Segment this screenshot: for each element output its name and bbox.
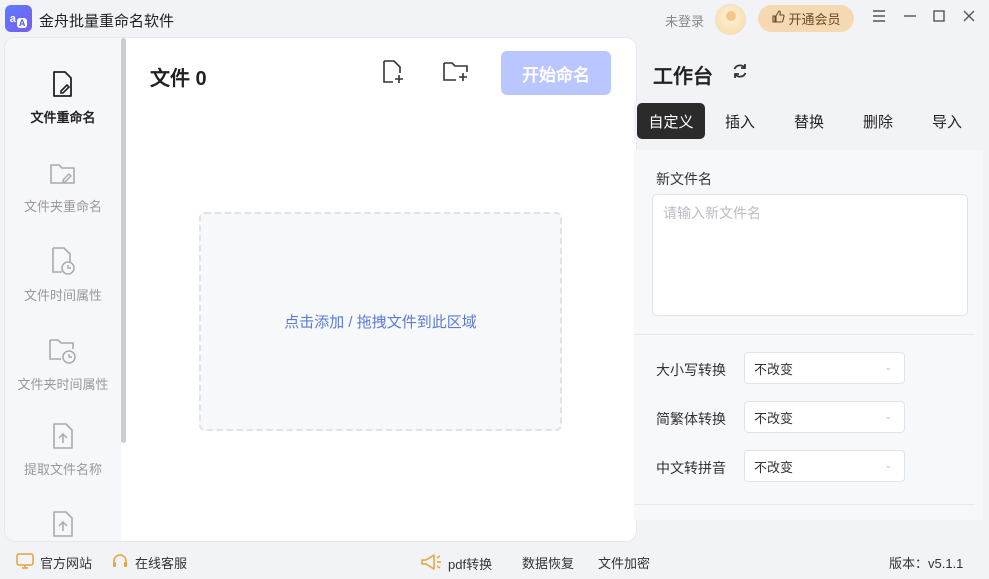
sidebar-item-label: 文件夹时间属性 <box>17 377 108 392</box>
online-support-link[interactable]: 在线客服 <box>111 553 187 572</box>
script-convert-label: 简繁体转换 <box>656 409 726 429</box>
tab-delete[interactable]: 删除 <box>844 103 912 139</box>
tab-replace[interactable]: 替换 <box>775 103 843 139</box>
folder-clock-icon <box>5 335 121 368</box>
add-file-icon <box>381 59 405 88</box>
start-rename-button[interactable]: 开始命名 <box>501 51 611 95</box>
sidebar-item-more[interactable] <box>5 510 121 541</box>
script-convert-select[interactable]: 不改变 ⌄ <box>744 401 905 433</box>
pinyin-convert-select[interactable]: 不改变 ⌄ <box>744 450 905 482</box>
add-folder-icon <box>442 60 470 87</box>
data-recovery-link[interactable]: 数据恢复 <box>522 553 574 572</box>
sidebar-item-label: 提取文件名称 <box>24 462 102 477</box>
divider <box>634 334 975 335</box>
workbench-title: 工作台 <box>653 60 713 89</box>
sidebar-item-file-rename[interactable]: 文件重命名 <box>5 70 121 126</box>
file-upload-icon <box>5 510 121 541</box>
vip-button-label: 开通会员 <box>788 9 840 28</box>
sidebar-item-folder-rename[interactable]: 文件夹重命名 <box>5 159 121 215</box>
chevron-down-icon: ⌄ <box>884 411 892 422</box>
sidebar-item-file-time[interactable]: 文件时间属性 <box>5 246 121 304</box>
minimize-icon[interactable] <box>901 9 919 27</box>
dropzone-text: 点击添加 / 拖拽文件到此区域 <box>284 311 477 332</box>
case-convert-value: 不改变 <box>754 359 793 378</box>
chevron-down-icon: ⌄ <box>884 460 892 471</box>
divider <box>634 504 975 505</box>
add-folder-button[interactable] <box>442 59 470 87</box>
monitor-icon <box>16 553 34 572</box>
sidebar-item-label: 文件时间属性 <box>24 288 102 303</box>
status-bar: 官方网站 在线客服 pdf转换 数据恢复 文件加密 版本：v5.1.1 <box>0 543 989 579</box>
app-title: 金舟批量重命名软件 <box>39 10 174 31</box>
avatar[interactable] <box>715 4 746 35</box>
tab-custom[interactable]: 自定义 <box>637 103 705 139</box>
chevron-down-icon: ⌄ <box>884 362 892 373</box>
thumbs-up-icon <box>771 10 785 27</box>
pdf-convert-link[interactable]: pdf转换 <box>420 553 492 574</box>
case-convert-select[interactable]: 不改变 ⌄ <box>744 352 905 384</box>
sidebar-item-label: 文件重命名 <box>30 110 95 125</box>
new-name-input[interactable] <box>652 194 968 316</box>
official-website-label: 官方网站 <box>40 553 92 572</box>
files-count-title: 文件 0 <box>150 62 207 91</box>
file-encrypt-label: 文件加密 <box>598 553 650 572</box>
tab-import[interactable]: 导入 <box>913 103 981 139</box>
file-dropzone[interactable]: 点击添加 / 拖拽文件到此区域 <box>199 212 562 431</box>
sidebar-scrollbar[interactable] <box>121 38 126 443</box>
pdf-convert-label: pdf转换 <box>448 554 492 573</box>
workbench-tabs: 自定义 插入 替换 删除 导入 <box>634 101 983 141</box>
pinyin-convert-value: 不改变 <box>754 457 793 476</box>
title-bar: aA 金舟批量重命名软件 未登录 开通会员 <box>0 0 989 38</box>
version-label: 版本：v5.1.1 <box>889 553 963 572</box>
close-icon[interactable] <box>960 9 978 27</box>
online-support-label: 在线客服 <box>135 553 187 572</box>
folder-edit-icon <box>5 159 121 190</box>
sidebar: 文件重命名 文件夹重命名 文件时间属性 文件夹时间属性 提取文件名称 <box>5 38 121 541</box>
file-edit-icon <box>5 70 121 101</box>
app-logo-icon: aA <box>5 5 32 32</box>
sidebar-item-extract-names[interactable]: 提取文件名称 <box>5 422 121 478</box>
refresh-icon[interactable] <box>731 62 749 83</box>
sidebar-item-label: 文件夹重命名 <box>24 199 102 214</box>
tab-insert[interactable]: 插入 <box>706 103 774 139</box>
file-clock-icon <box>5 246 121 279</box>
menu-icon[interactable] <box>870 9 888 27</box>
vip-button[interactable]: 开通会员 <box>758 5 854 32</box>
megaphone-icon <box>420 553 442 574</box>
pinyin-convert-label: 中文转拼音 <box>656 458 726 478</box>
main-card: 文件重命名 文件夹重命名 文件时间属性 文件夹时间属性 提取文件名称 <box>5 38 636 541</box>
data-recovery-label: 数据恢复 <box>522 553 574 572</box>
add-file-button[interactable] <box>379 59 407 87</box>
file-upload-icon <box>5 422 121 453</box>
script-convert-value: 不改变 <box>754 408 793 427</box>
version-text: 版本：v5.1.1 <box>889 553 963 572</box>
file-encrypt-link[interactable]: 文件加密 <box>598 553 650 572</box>
login-status[interactable]: 未登录 <box>665 11 704 30</box>
headset-icon <box>111 553 129 572</box>
maximize-icon[interactable] <box>930 9 948 27</box>
new-name-label: 新文件名 <box>656 169 712 189</box>
case-convert-label: 大小写转换 <box>656 360 726 380</box>
sidebar-item-folder-time[interactable]: 文件夹时间属性 <box>5 335 121 393</box>
official-website-link[interactable]: 官方网站 <box>16 553 92 572</box>
